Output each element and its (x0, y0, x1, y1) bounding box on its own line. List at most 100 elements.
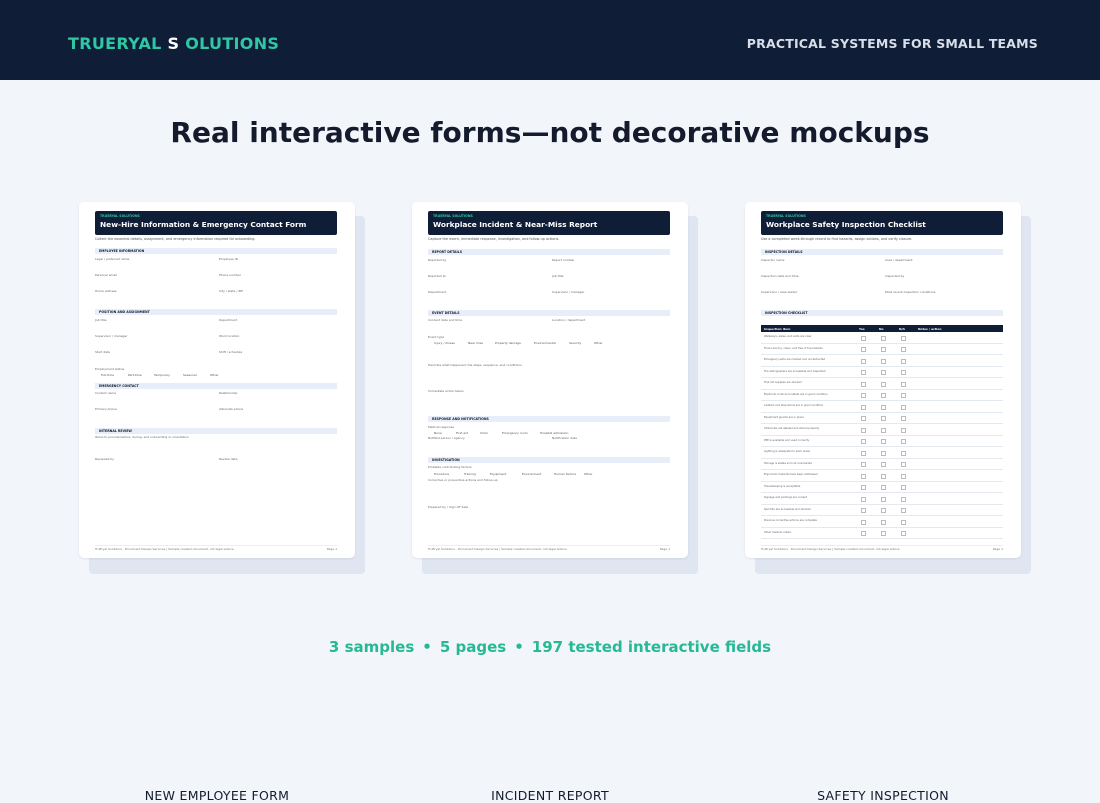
checkbox[interactable] (901, 473, 906, 479)
option-chip[interactable]: Near miss (468, 341, 483, 345)
checkbox[interactable] (881, 335, 886, 341)
checkbox[interactable] (861, 496, 866, 502)
checkbox[interactable] (881, 531, 886, 536)
checkbox[interactable] (881, 381, 886, 387)
checkbox[interactable] (881, 370, 886, 375)
option-chip[interactable]: Training (464, 472, 476, 476)
checkbox[interactable] (881, 473, 886, 479)
checkbox[interactable] (901, 335, 906, 341)
option-chip[interactable]: Equipment (490, 472, 506, 476)
option-chip[interactable]: Property damage (495, 341, 521, 345)
form-section-heading: INTERNAL REVIEW (95, 428, 337, 434)
option-chip[interactable]: Part-time (128, 373, 142, 377)
option-chip[interactable]: Environmental (534, 341, 556, 345)
checkbox[interactable] (861, 508, 866, 513)
checklist-row: Previous corrective actions are complete (761, 516, 1003, 528)
checkbox[interactable] (881, 439, 886, 444)
checkbox[interactable] (901, 427, 906, 433)
checkbox[interactable] (861, 347, 866, 352)
footer-rule (428, 545, 670, 546)
field-label: Immediate action taken (428, 389, 464, 393)
checkbox[interactable] (861, 370, 866, 375)
sample-card-incident-report[interactable]: TRUERYAL SOLUTIONS Workplace Incident & … (412, 202, 698, 803)
option-chip[interactable]: None (434, 431, 442, 435)
form-section-heading: RESPONSE AND NOTIFICATIONS (428, 416, 670, 422)
checkbox[interactable] (861, 393, 866, 398)
checkbox[interactable] (881, 393, 886, 398)
option-chip[interactable]: Other (594, 341, 603, 345)
checkbox[interactable] (901, 358, 906, 364)
checkbox[interactable] (861, 335, 866, 341)
sample-card-new-employee[interactable]: TRUERYAL SOLUTIONS New-Hire Information … (79, 202, 365, 803)
checkbox[interactable] (861, 404, 866, 410)
checkbox[interactable] (881, 427, 886, 433)
checkbox[interactable] (881, 462, 886, 467)
checkbox[interactable] (861, 473, 866, 479)
sample-card-safety-inspection[interactable]: TRUERYAL SOLUTIONS Workplace Safety Insp… (745, 202, 1031, 803)
checklist-row: Lighting is adequate for work areas (761, 447, 1003, 459)
checklist-item-label: Previous corrective actions are complete (764, 519, 817, 522)
checkbox[interactable] (881, 450, 886, 456)
checkbox[interactable] (861, 531, 866, 536)
checkbox[interactable] (901, 416, 906, 421)
option-chip[interactable]: Emergency room (502, 431, 528, 435)
option-chip[interactable]: Temporary (154, 373, 170, 377)
separator-dot: • (514, 638, 524, 656)
checkbox[interactable] (901, 508, 906, 513)
option-chip[interactable]: Environment (522, 472, 541, 476)
field-label: City / state / ZIP (219, 289, 244, 293)
checkbox[interactable] (861, 416, 866, 421)
checkbox[interactable] (861, 439, 866, 444)
field-label: Job title (552, 274, 564, 278)
checkbox[interactable] (861, 485, 866, 490)
checkbox[interactable] (901, 496, 906, 502)
brand-logo[interactable]: TRUERYAL S OLUTIONS (68, 34, 279, 53)
checkbox[interactable] (901, 393, 906, 398)
field-label: Area / department (885, 258, 913, 262)
checkbox[interactable] (861, 519, 866, 525)
checkbox[interactable] (861, 427, 866, 433)
option-chip[interactable]: First aid (456, 431, 468, 435)
form-section-heading: EVENT DETAILS (428, 310, 670, 316)
checkbox[interactable] (901, 485, 906, 490)
option-chip[interactable]: Security (569, 341, 581, 345)
checkbox[interactable] (881, 416, 886, 421)
checklist-item-label: Housekeeping is acceptable (764, 484, 801, 488)
form-footer: TruEryal Solutions · Document Design Ser… (95, 547, 234, 551)
option-chip[interactable]: Other (210, 373, 219, 377)
option-chip[interactable]: Injury / illness (434, 341, 455, 345)
checkbox[interactable] (901, 381, 906, 387)
checkbox[interactable] (881, 485, 886, 490)
checkbox[interactable] (901, 439, 906, 444)
field-label: Location / department (552, 318, 586, 322)
option-chip[interactable]: Hospital admission (540, 431, 568, 435)
checkbox[interactable] (881, 358, 886, 364)
column-header: Notes / action (918, 326, 942, 331)
checkbox[interactable] (901, 370, 906, 375)
option-chip[interactable]: Human factors (554, 472, 576, 476)
checkbox[interactable] (881, 508, 886, 513)
form-section-heading: EMERGENCY CONTACT (95, 383, 337, 389)
option-chip[interactable]: Full-time (101, 373, 114, 377)
brand-part-3: OLUTIONS (179, 34, 280, 53)
checkbox[interactable] (881, 404, 886, 410)
checkbox[interactable] (861, 462, 866, 467)
checkbox[interactable] (901, 462, 906, 467)
option-chip[interactable]: Clinic (480, 431, 488, 435)
checkbox[interactable] (901, 519, 906, 525)
checkbox[interactable] (881, 519, 886, 525)
field-label: Supervisor / area leader (761, 290, 798, 294)
checkbox[interactable] (861, 381, 866, 387)
option-chip[interactable]: Seasonal (183, 373, 197, 377)
checkbox[interactable] (901, 347, 906, 352)
option-chip[interactable]: Other (584, 472, 593, 476)
checklist-row: Chemicals are labeled and stored properl… (761, 424, 1003, 436)
checkbox[interactable] (901, 404, 906, 410)
checkbox[interactable] (881, 347, 886, 352)
checkbox[interactable] (901, 450, 906, 456)
checkbox[interactable] (881, 496, 886, 502)
checkbox[interactable] (861, 450, 866, 456)
checkbox[interactable] (861, 358, 866, 364)
option-chip[interactable]: Procedure (434, 472, 449, 476)
checkbox[interactable] (901, 531, 906, 536)
